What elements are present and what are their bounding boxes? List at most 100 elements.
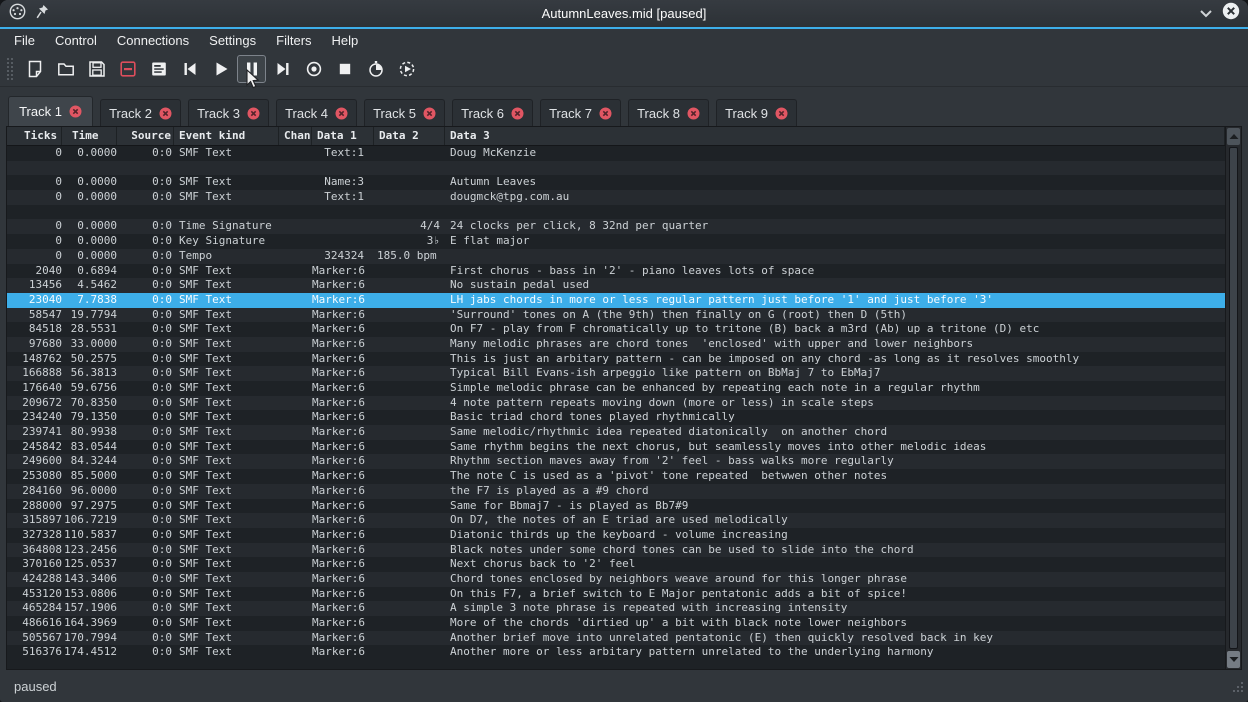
cell-chan	[279, 219, 312, 234]
tab-track-9[interactable]: Track 9	[716, 99, 797, 126]
scroll-down-button[interactable]	[1227, 651, 1240, 668]
table-row[interactable]: 9768033.00000:0SMF TextMarker:6Many melo…	[7, 337, 1225, 352]
skip-backward-button[interactable]	[175, 55, 204, 83]
column-header-ticks[interactable]: Ticks	[15, 127, 62, 145]
table-row[interactable]: 20400.68940:0SMF TextMarker:6First choru…	[7, 264, 1225, 279]
tab-track-5[interactable]: Track 5	[364, 99, 445, 126]
menu-control[interactable]: Control	[46, 31, 106, 50]
table-row[interactable]: 24960084.32440:0SMF TextMarker:6Rhythm s…	[7, 454, 1225, 469]
cell-ticks: 13456	[15, 278, 62, 293]
tab-close-icon[interactable]	[69, 105, 82, 118]
tab-track-7[interactable]: Track 7	[540, 99, 621, 126]
event-window-button[interactable]	[144, 55, 173, 83]
column-header-time[interactable]: Time	[62, 127, 117, 145]
table-row[interactable]: 465284157.19060:0SMF TextMarker:6A simpl…	[7, 601, 1225, 616]
table-row[interactable]: 453120153.08060:0SMF TextMarker:6On this…	[7, 587, 1225, 602]
table-row[interactable]: 00.00000:0Tempo324324185.0 bpm	[7, 249, 1225, 264]
column-header-d3[interactable]: Data 3	[445, 127, 1225, 145]
cell-d2	[374, 425, 445, 440]
table-row[interactable]: 25308085.50000:0SMF TextMarker:6The note…	[7, 469, 1225, 484]
table-row[interactable]: 16688856.38130:0SMF TextMarker:6Typical …	[7, 366, 1225, 381]
column-header-event[interactable]: Event kind	[174, 127, 279, 145]
table-row[interactable]: 00.00000:0SMF TextName:3Autumn Leaves	[7, 175, 1225, 190]
table-row[interactable]: 20967270.83500:0SMF TextMarker:64 note p…	[7, 396, 1225, 411]
scrollbar-thumb[interactable]	[1229, 147, 1238, 649]
table-row[interactable]	[7, 161, 1225, 176]
cell-d2	[374, 469, 445, 484]
pin-icon[interactable]	[36, 4, 49, 24]
menu-help[interactable]: Help	[323, 31, 368, 50]
table-row[interactable]: 424288143.34060:0SMF TextMarker:6Chord t…	[7, 572, 1225, 587]
close-red-button[interactable]	[113, 55, 142, 83]
menu-filters[interactable]: Filters	[267, 31, 320, 50]
tab-close-icon[interactable]	[599, 107, 612, 120]
tab-close-icon[interactable]	[511, 107, 524, 120]
menu-settings[interactable]: Settings	[200, 31, 265, 50]
cell-source: 0:0	[117, 293, 174, 308]
tab-close-icon[interactable]	[335, 107, 348, 120]
table-row[interactable]: 00.00000:0Key Signature3♭E flat major	[7, 234, 1225, 249]
tab-track-6[interactable]: Track 6	[452, 99, 533, 126]
table-row[interactable]: 23974180.99380:0SMF TextMarker:6Same mel…	[7, 425, 1225, 440]
menu-file[interactable]: File	[5, 31, 44, 50]
column-header-d1[interactable]: Data 1	[312, 127, 374, 145]
vertical-scrollbar[interactable]	[1225, 127, 1241, 669]
table-row[interactable]: 315897106.72190:0SMF TextMarker:6On D7, …	[7, 513, 1225, 528]
column-header-d2[interactable]: Data 2	[374, 127, 445, 145]
table-row[interactable]: 486616164.39690:0SMF TextMarker:6More of…	[7, 616, 1225, 631]
cell-source: 0:0	[117, 366, 174, 381]
table-row[interactable]: 23424079.13500:0SMF TextMarker:6Basic tr…	[7, 410, 1225, 425]
stop-button[interactable]	[330, 55, 359, 83]
play-button[interactable]	[206, 55, 235, 83]
table-row[interactable]: 24584283.05440:0SMF TextMarker:6Same rhy…	[7, 440, 1225, 455]
skip-forward-button[interactable]	[268, 55, 297, 83]
table-row[interactable]: 28800097.29750:0SMF TextMarker:6Same for…	[7, 499, 1225, 514]
tab-track-2[interactable]: Track 2	[100, 99, 181, 126]
cell-time: 4.5462	[62, 278, 117, 293]
save-file-button[interactable]	[82, 55, 111, 83]
tab-track-8[interactable]: Track 8	[628, 99, 709, 126]
record-button[interactable]	[299, 55, 328, 83]
table-row[interactable]: 505567170.79940:0SMF TextMarker:6Another…	[7, 631, 1225, 646]
resize-grip[interactable]	[1231, 680, 1244, 698]
table-row[interactable]: 00.00000:0SMF TextText:1dougmck@tpg.com.…	[7, 190, 1225, 205]
chevron-down-icon[interactable]	[1199, 5, 1213, 23]
menu-connections[interactable]: Connections	[108, 31, 198, 50]
table-row[interactable]	[7, 205, 1225, 220]
cell-ticks: 84518	[15, 322, 62, 337]
cell-d3: On D7, the notes of an E triad are used …	[445, 513, 1225, 528]
close-button[interactable]	[1222, 2, 1240, 25]
tab-close-icon[interactable]	[423, 107, 436, 120]
table-row[interactable]: 5854719.77940:0SMF TextMarker:6'Surround…	[7, 308, 1225, 323]
tab-close-icon[interactable]	[247, 107, 260, 120]
tab-close-icon[interactable]	[159, 107, 172, 120]
table-row[interactable]: 327328110.58370:0SMF TextMarker:6Diatoni…	[7, 528, 1225, 543]
toolbar-drag-handle[interactable]	[6, 57, 14, 81]
table-row[interactable]: 17664059.67560:0SMF TextMarker:6Simple m…	[7, 381, 1225, 396]
open-file-button[interactable]	[51, 55, 80, 83]
table-row[interactable]: 370160125.05370:0SMF TextMarker:6Next ch…	[7, 557, 1225, 572]
table-row[interactable]: 8451828.55310:0SMF TextMarker:6On F7 - p…	[7, 322, 1225, 337]
tab-track-4[interactable]: Track 4	[276, 99, 357, 126]
scrollbar-track[interactable]	[1228, 146, 1239, 650]
table-row[interactable]: 00.00000:0SMF TextText:1Doug McKenzie	[7, 146, 1225, 161]
table-row[interactable]: 28416096.00000:0SMF TextMarker:6the F7 i…	[7, 484, 1225, 499]
new-file-button[interactable]	[20, 55, 49, 83]
table-row[interactable]: 516376174.45120:0SMF TextMarker:6Another…	[7, 645, 1225, 660]
column-header-chan[interactable]: Chan	[279, 127, 312, 145]
tab-close-icon[interactable]	[775, 107, 788, 120]
table-row[interactable]: 00.00000:0Time Signature4/424 clocks per…	[7, 219, 1225, 234]
column-header-source[interactable]: Source	[117, 127, 174, 145]
titlebar[interactable]: AutumnLeaves.mid [paused]	[0, 0, 1248, 27]
timer-button[interactable]	[361, 55, 390, 83]
table-row[interactable]: 230407.78380:0SMF TextMarker:6LH jabs ch…	[7, 293, 1225, 308]
scroll-up-button[interactable]	[1227, 128, 1240, 145]
cell-ticks	[15, 161, 62, 176]
timer-start-button[interactable]	[392, 55, 421, 83]
tab-close-icon[interactable]	[687, 107, 700, 120]
tab-track-1[interactable]: Track 1	[8, 96, 93, 126]
table-row[interactable]: 134564.54620:0SMF TextMarker:6No sustain…	[7, 278, 1225, 293]
tab-track-3[interactable]: Track 3	[188, 99, 269, 126]
table-row[interactable]: 14876250.25750:0SMF TextMarker:6This is …	[7, 352, 1225, 367]
table-row[interactable]: 364808123.24560:0SMF TextMarker:6Black n…	[7, 543, 1225, 558]
